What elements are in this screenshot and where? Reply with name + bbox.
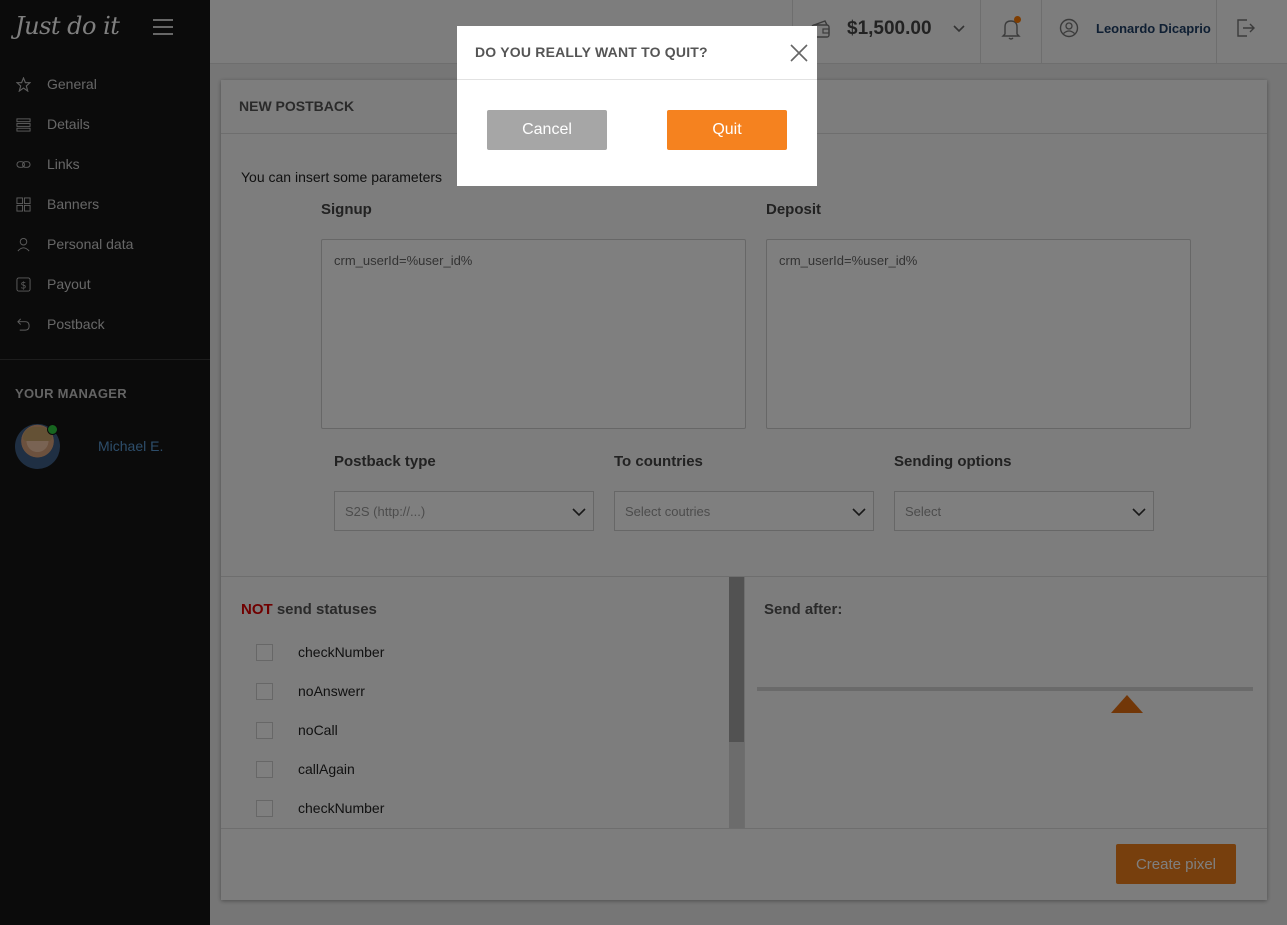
quit-confirm-dialog: DO YOU REALLY WANT TO QUIT? Cancel Quit — [457, 26, 817, 186]
cancel-button[interactable]: Cancel — [487, 110, 607, 150]
dialog-title: DO YOU REALLY WANT TO QUIT? — [475, 44, 708, 60]
quit-button[interactable]: Quit — [667, 110, 787, 150]
dialog-header: DO YOU REALLY WANT TO QUIT? — [457, 26, 817, 80]
close-icon[interactable] — [789, 43, 809, 63]
